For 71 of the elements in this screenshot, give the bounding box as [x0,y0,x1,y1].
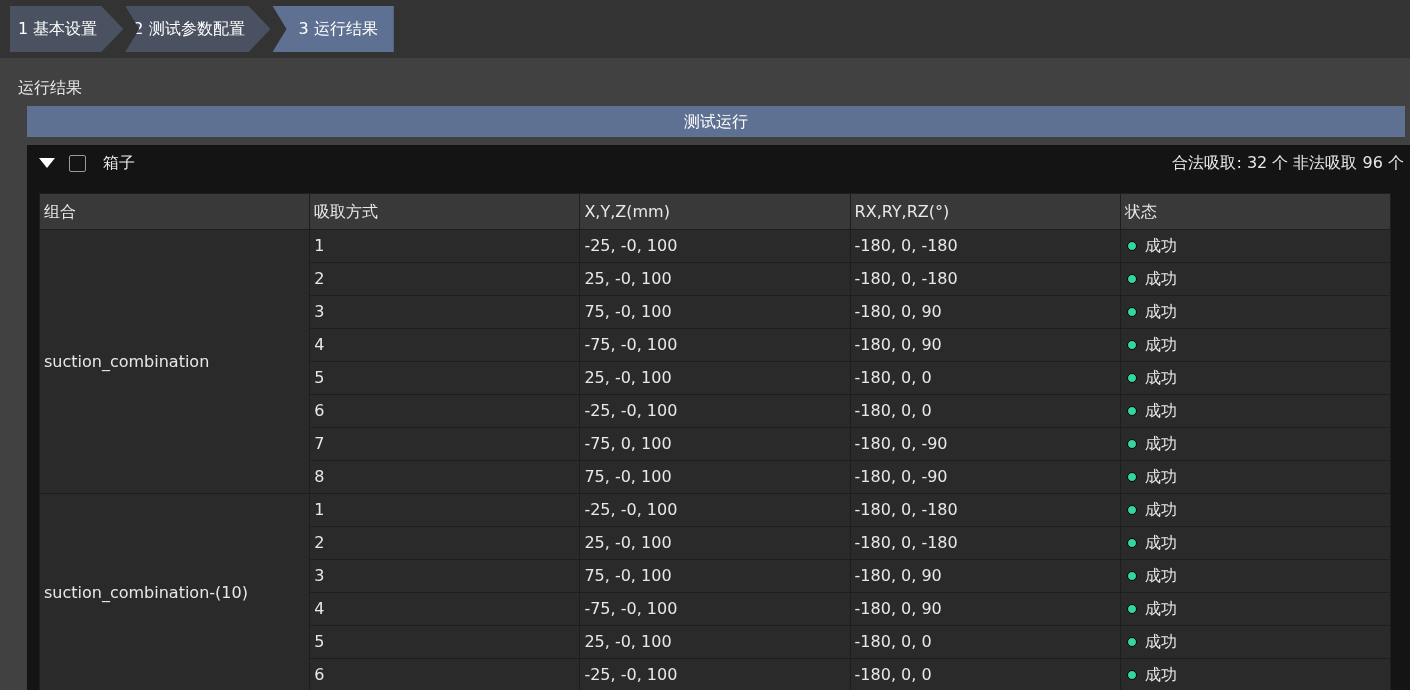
status-text: 成功 [1144,499,1177,521]
table-cell: -180, 0, 90 [850,559,1121,593]
table-cell: 25, -0, 100 [579,526,851,560]
table-cell: suction_combination-(10) [39,493,310,690]
column-header: RX,RY,RZ(°) [850,193,1121,230]
status-text: 成功 [1144,367,1177,389]
group-title: 箱子 [103,152,135,174]
step-tab[interactable]: 3 运行结果 [272,6,394,52]
table-cell: 8 [309,460,580,494]
table-cell: -180, 0, 0 [850,361,1121,395]
table-cell: 75, -0, 100 [579,460,851,494]
table-cell: -180, 0, -180 [850,229,1121,263]
table-cell: -180, 0, 90 [850,295,1121,329]
status-text: 成功 [1144,466,1177,488]
step-tab[interactable]: 1 基本设置 [10,6,124,52]
table-cell: 1 [309,229,580,263]
table-cell: -180, 0, -180 [850,526,1121,560]
column-header: 组合 [39,193,310,230]
status-text: 成功 [1144,433,1177,455]
table-cell: 75, -0, 100 [579,295,851,329]
table-cell: 5 [309,361,580,395]
table-cell: 3 [309,295,580,329]
table-cell: 2 [309,526,580,560]
table-cell: -25, -0, 100 [579,658,851,690]
table-cell: 3 [309,559,580,593]
checkbox[interactable] [69,154,86,172]
table-cell: -75, -0, 100 [579,328,851,362]
table-cell: -25, -0, 100 [579,493,851,527]
table-cell: -180, 0, -90 [850,427,1121,461]
status-text: 成功 [1144,334,1177,356]
table-cell: 1 [309,493,580,527]
status-text: 成功 [1144,565,1177,587]
table-cell: -180, 0, -180 [850,493,1121,527]
table-cell: 5 [309,625,580,659]
table-cell: -25, -0, 100 [579,394,851,428]
table-cell: 6 [309,658,580,690]
table-cell: 25, -0, 100 [579,625,851,659]
table-cell: 4 [309,328,580,362]
status-text: 成功 [1144,631,1177,653]
status-text: 成功 [1144,532,1177,554]
table-cell: -180, 0, 0 [850,625,1121,659]
status-text: 成功 [1144,400,1177,422]
table-cell: -75, -0, 100 [579,592,851,626]
table-cell: -180, 0, 90 [850,328,1121,362]
table-cell: -180, 0, -180 [850,262,1121,296]
table-cell: -25, -0, 100 [579,229,851,263]
table-cell: 4 [309,592,580,626]
table-cell: -75, 0, 100 [579,427,851,461]
status-text: 成功 [1144,268,1177,290]
status-text: 成功 [1144,301,1177,323]
table-cell: 6 [309,394,580,428]
table-cell: -180, 0, 90 [850,592,1121,626]
column-header: 状态 [1120,193,1391,230]
table-cell: 25, -0, 100 [579,262,851,296]
table-cell: 75, -0, 100 [579,559,851,593]
status-text: 成功 [1144,235,1177,257]
table-cell: 7 [309,427,580,461]
column-header: 吸取方式 [309,193,580,230]
status-text: 成功 [1144,598,1177,620]
status-text: 成功 [1144,664,1177,686]
table-cell: -180, 0, -90 [850,460,1121,494]
table-cell: suction_combination [39,229,310,494]
section-title: 运行结果 [18,77,82,99]
run-test-button[interactable]: 测试运行 [27,106,1405,137]
table-cell: -180, 0, 0 [850,658,1121,690]
pick-summary: 合法吸取: 32 个 非法吸取 96 个 [1172,152,1404,174]
table-cell: 2 [309,262,580,296]
collapse-triangle-icon[interactable] [39,158,55,168]
table-cell: 25, -0, 100 [579,361,851,395]
column-header: X,Y,Z(mm) [579,193,851,230]
table-cell: -180, 0, 0 [850,394,1121,428]
